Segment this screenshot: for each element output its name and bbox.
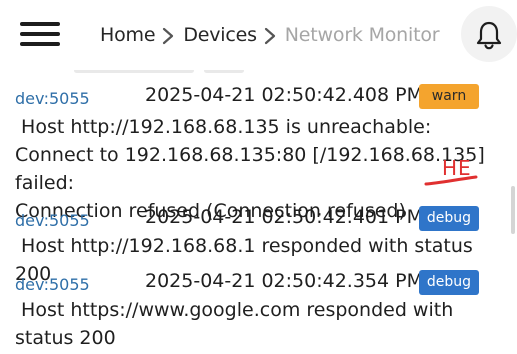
scrollbar-thumb[interactable] xyxy=(511,186,515,234)
log-entry: dev:5055 2025-04-21 02:50:42.354 PM debu… xyxy=(0,268,510,354)
top-app-bar: Home Devices Network Monitor xyxy=(0,0,517,70)
bell-icon xyxy=(476,21,502,50)
log-level-badge: warn xyxy=(419,84,479,109)
log-timestamp: 2025-04-21 02:50:42.354 PM xyxy=(145,270,423,292)
menu-line xyxy=(20,32,60,36)
breadcrumb-current-page: Network Monitor xyxy=(284,24,440,46)
chevron-right-icon xyxy=(155,25,183,45)
log-list[interactable]: dev:5055 2025-04-21 02:50:42.408 PM warn… xyxy=(0,70,517,354)
log-entry-header: dev:5055 2025-04-21 02:50:42.408 PM warn xyxy=(0,82,510,112)
log-entry: dev:5055 2025-04-21 02:50:42.408 PM warn… xyxy=(0,82,510,222)
log-source-link[interactable]: dev:5055 xyxy=(15,89,90,108)
log-entry: dev:5055 2025-04-21 02:50:42.401 PM debu… xyxy=(0,204,510,285)
breadcrumb: Home Devices Network Monitor xyxy=(100,18,440,52)
partially-hidden-row xyxy=(14,70,494,74)
log-entry-header: dev:5055 2025-04-21 02:50:42.354 PM debu… xyxy=(0,268,510,298)
chevron-right-icon xyxy=(257,25,285,45)
menu-line xyxy=(20,22,60,26)
handwritten-annotation: HE xyxy=(424,155,480,189)
menu-line xyxy=(20,42,60,46)
breadcrumb-home[interactable]: Home xyxy=(100,24,156,46)
log-entry-header: dev:5055 2025-04-21 02:50:42.401 PM debu… xyxy=(0,204,510,234)
notifications-button[interactable] xyxy=(461,6,517,62)
log-level-badge: debug xyxy=(419,206,479,231)
log-source-link[interactable]: dev:5055 xyxy=(15,275,90,294)
breadcrumb-devices[interactable]: Devices xyxy=(183,24,257,46)
hamburger-menu-icon[interactable] xyxy=(14,12,64,56)
log-timestamp: 2025-04-21 02:50:42.408 PM xyxy=(145,84,423,106)
app-screen: Home Devices Network Monitor dev:5055 20… xyxy=(0,0,517,354)
scrollbar[interactable] xyxy=(510,70,517,354)
log-source-link[interactable]: dev:5055 xyxy=(15,211,90,230)
log-message: Host https://www.google.com responded wi… xyxy=(15,299,460,349)
log-timestamp: 2025-04-21 02:50:42.401 PM xyxy=(145,206,423,228)
log-level-badge: debug xyxy=(419,270,479,295)
